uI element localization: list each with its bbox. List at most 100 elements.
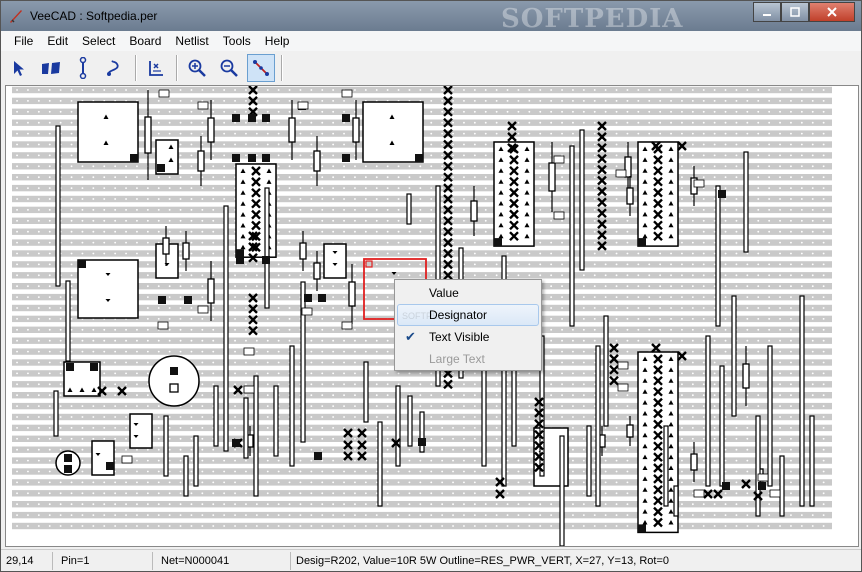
- menu-edit[interactable]: Edit: [40, 34, 75, 48]
- status-description: Desig=R202, Value=10R 5W Outline=RES_PWR…: [296, 554, 669, 567]
- close-button[interactable]: [809, 2, 855, 22]
- ctx-item-value[interactable]: Value: [397, 282, 539, 304]
- pad: [64, 454, 72, 462]
- label-tag: [157, 321, 169, 330]
- toolbar: [5, 52, 288, 84]
- copper-strip: [12, 174, 832, 181]
- wire-link: [559, 435, 565, 546]
- select-arrow-button[interactable]: [5, 54, 33, 82]
- label-tag: [197, 305, 209, 314]
- context-menu: Value SOFTPEDIA Designator ✔ Text Visibl…: [394, 279, 542, 371]
- pad: [262, 256, 270, 264]
- pad: [64, 465, 72, 473]
- ctx-label: Large Text: [429, 352, 485, 366]
- menu-netlist[interactable]: Netlist: [168, 34, 215, 48]
- menu-file[interactable]: File: [7, 34, 40, 48]
- resistor-body: [144, 116, 152, 154]
- pad: [232, 154, 240, 162]
- menu-board[interactable]: Board: [122, 34, 168, 48]
- toolbar-separator: [281, 55, 283, 81]
- component-outline: [362, 101, 424, 163]
- pad: [758, 482, 766, 490]
- connection-tool-button[interactable]: [247, 54, 275, 82]
- wire-link: [289, 345, 295, 467]
- resistor-body: [348, 281, 356, 307]
- copper-strip: [12, 195, 832, 203]
- status-coords: 29,14: [1, 551, 53, 570]
- pad: [318, 294, 326, 302]
- pad: [106, 462, 114, 470]
- pad: [169, 383, 179, 393]
- ctx-label: Value: [429, 286, 459, 300]
- pad: [304, 294, 312, 302]
- maximize-button[interactable]: [781, 2, 809, 22]
- wire-link: [767, 345, 773, 487]
- pad: [314, 452, 322, 460]
- break-track-button[interactable]: [142, 54, 170, 82]
- link-tool-button[interactable]: [69, 54, 97, 82]
- title-watermark: SOFTPEDIA: [501, 4, 684, 34]
- ctx-item-designator[interactable]: SOFTPEDIA Designator: [397, 304, 539, 326]
- zoom-in-icon: [188, 59, 206, 77]
- ctx-item-text-visible[interactable]: ✔ Text Visible: [397, 326, 539, 348]
- pad: [494, 238, 502, 247]
- label-tag: [615, 169, 627, 178]
- pad: [415, 154, 423, 162]
- pad: [66, 363, 74, 371]
- pad: [418, 438, 426, 446]
- wire-link: [55, 125, 61, 287]
- pad: [248, 114, 256, 122]
- wire-tool-button[interactable]: [101, 54, 129, 82]
- zoom-out-button[interactable]: [215, 54, 243, 82]
- pad: [342, 154, 350, 162]
- minimize-button[interactable]: [753, 2, 781, 22]
- title-bar[interactable]: VeeCAD : Softpedia.per SOFTPEDIA: [1, 1, 861, 34]
- ctx-watermark: SOFTPEDIA: [402, 311, 454, 321]
- wire-link: [395, 385, 401, 467]
- wire-link: [213, 385, 219, 447]
- wire-link: [595, 345, 601, 507]
- label-tag: [769, 489, 781, 498]
- wire-link: [53, 390, 59, 437]
- wire-link: [223, 205, 229, 452]
- menu-tools[interactable]: Tools: [216, 34, 258, 48]
- resistor-body: [626, 187, 634, 205]
- menu-help[interactable]: Help: [258, 34, 297, 48]
- component-outline: [637, 351, 679, 534]
- label-tag: [243, 347, 255, 356]
- wire-link: [406, 193, 412, 225]
- wire-link: [603, 315, 609, 427]
- wire-link: [799, 295, 805, 507]
- label-tag: [693, 179, 705, 188]
- component-place-button[interactable]: [37, 54, 65, 82]
- wire-link: [755, 415, 761, 517]
- wire-link: [193, 435, 199, 487]
- zoom-in-button[interactable]: [183, 54, 211, 82]
- resistor-body: [690, 453, 698, 471]
- pad: [722, 482, 730, 490]
- wire-link: [705, 335, 711, 487]
- pad: [236, 256, 244, 264]
- resistor-body: [162, 237, 170, 255]
- pad: [718, 190, 726, 198]
- label-tag: [617, 383, 629, 392]
- resistor-body: [207, 117, 215, 143]
- wire-link: [719, 365, 725, 487]
- ctx-item-large-text: Large Text: [397, 348, 539, 370]
- wire-link: [183, 455, 189, 497]
- label-tag: [297, 101, 309, 110]
- pad: [232, 439, 240, 447]
- component-outline: [129, 413, 153, 449]
- wire-link: [253, 375, 259, 497]
- menu-select[interactable]: Select: [75, 34, 122, 48]
- menu-bar: File Edit Select Board Netlist Tools Hel…: [1, 31, 861, 51]
- wire-link: [809, 415, 815, 507]
- wire-link: [673, 485, 679, 517]
- wire-link: [743, 151, 749, 253]
- label-tag: [341, 89, 353, 98]
- resistor-body: [313, 150, 321, 172]
- label-tag: [301, 307, 313, 316]
- wire-link: [65, 280, 71, 362]
- copper-strip: [12, 206, 832, 214]
- ctx-label: Text Visible: [429, 330, 490, 344]
